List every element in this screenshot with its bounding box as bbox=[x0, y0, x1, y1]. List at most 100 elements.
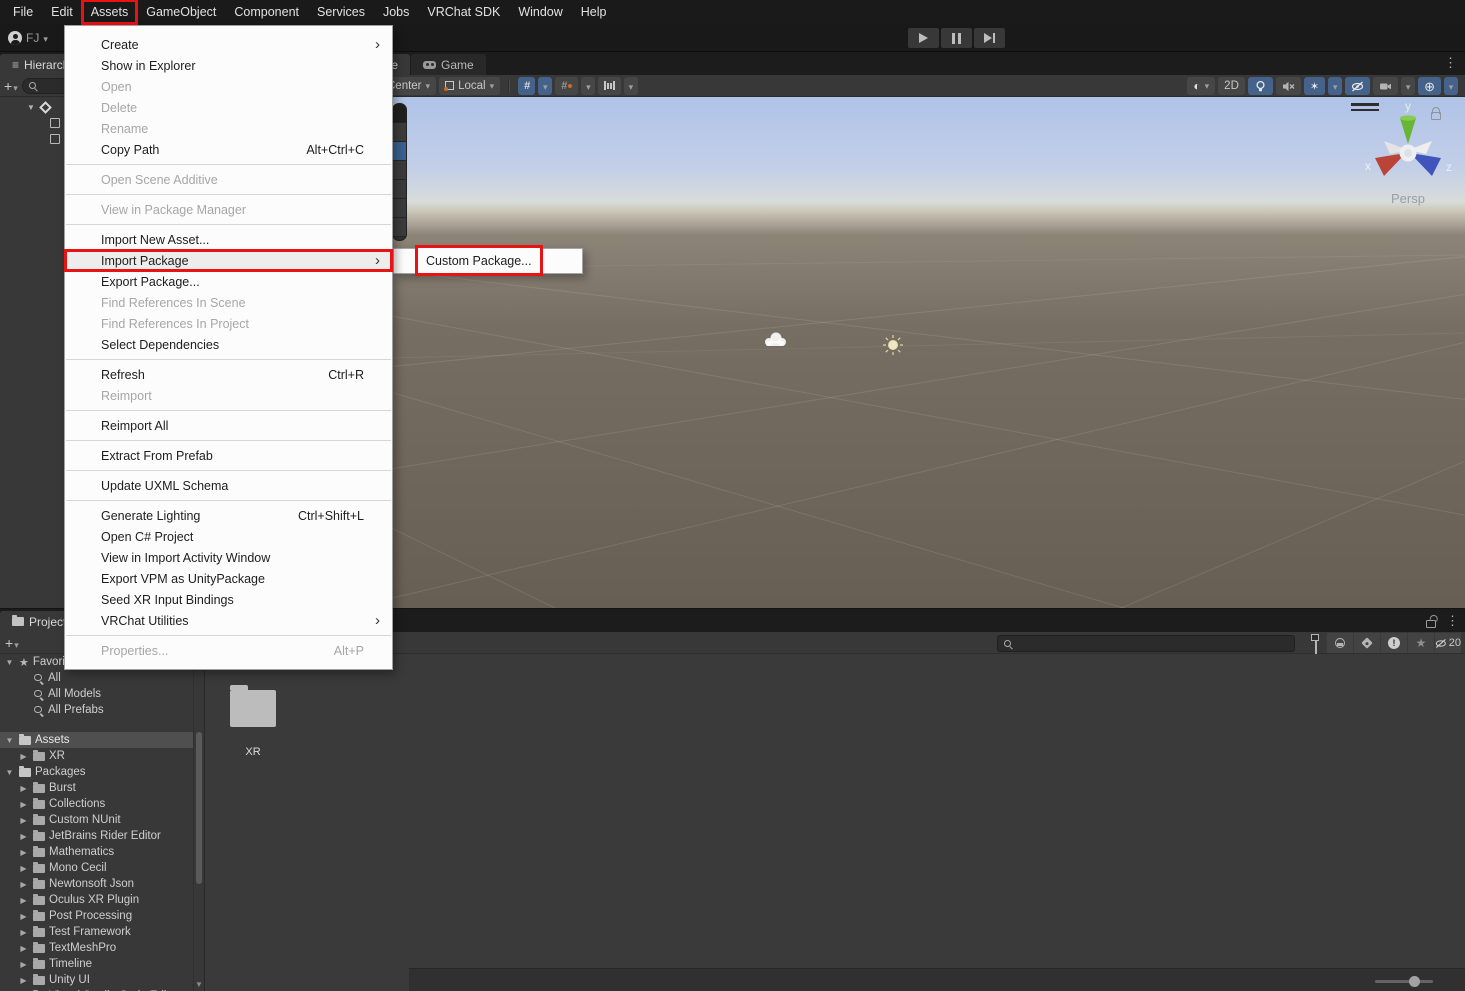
scene-orientation-gizmo[interactable]: y x z Persp bbox=[1353, 97, 1463, 209]
tree-row[interactable]: All Prefabs bbox=[0, 702, 193, 718]
tree-scrollbar[interactable]: ▼ bbox=[193, 654, 203, 991]
menu-item[interactable] bbox=[66, 224, 391, 225]
rotate-tool-button[interactable] bbox=[393, 161, 406, 180]
menu-item[interactable]: Open C# Project bbox=[65, 526, 392, 547]
tree-row[interactable]: All bbox=[0, 670, 193, 686]
foldout-arrow-icon[interactable]: ▼ bbox=[4, 768, 15, 777]
menu-item[interactable] bbox=[66, 164, 391, 165]
tree-row[interactable]: ▶ TextMeshPro bbox=[0, 940, 193, 956]
step-button[interactable] bbox=[974, 28, 1005, 48]
project-search-input[interactable] bbox=[1017, 638, 1289, 650]
foldout-arrow-icon[interactable]: ▶ bbox=[18, 848, 29, 857]
menu-item[interactable]: Reimport bbox=[65, 385, 392, 406]
tree-row[interactable]: ▶ Oculus XR Plugin bbox=[0, 892, 193, 908]
menu-item[interactable]: View in Import Activity Window bbox=[65, 547, 392, 568]
menu-item[interactable]: Find References In Scene bbox=[65, 292, 392, 313]
scene-effects-dropdown[interactable] bbox=[1328, 77, 1342, 95]
menu-item[interactable]: Open Scene Additive bbox=[65, 169, 392, 190]
menubar-item[interactable]: Edit bbox=[42, 0, 82, 24]
menu-item[interactable]: Update UXML Schema bbox=[65, 475, 392, 496]
favorite-search-button[interactable]: ★ bbox=[1407, 633, 1434, 653]
menu-item[interactable] bbox=[66, 635, 391, 636]
snap-increment-dropdown[interactable] bbox=[624, 77, 638, 95]
foldout-arrow-icon[interactable]: ▼ bbox=[4, 736, 15, 745]
scene-camera-button[interactable] bbox=[1373, 77, 1398, 95]
move-tool-button[interactable] bbox=[393, 142, 406, 161]
menubar-item[interactable]: File bbox=[4, 0, 42, 24]
tree-row[interactable]: ▶ Timeline bbox=[0, 956, 193, 972]
grid-snapping-dropdown[interactable] bbox=[581, 77, 595, 95]
foldout-arrow-icon[interactable]: ▼ bbox=[26, 103, 36, 112]
scroll-down-icon[interactable]: ▼ bbox=[194, 980, 204, 989]
scrollbar-thumb[interactable] bbox=[196, 732, 202, 884]
menu-item[interactable]: Export Package... bbox=[65, 271, 392, 292]
tree-row[interactable]: ▶ Test Framework bbox=[0, 924, 193, 940]
menubar-item[interactable]: VRChat SDK bbox=[418, 0, 509, 24]
project-add-button[interactable]: + bbox=[5, 635, 19, 651]
foldout-arrow-icon[interactable]: ▶ bbox=[18, 912, 29, 921]
rect-tool-button[interactable] bbox=[393, 199, 406, 218]
tree-row[interactable]: ▶ Collections bbox=[0, 796, 193, 812]
foldout-arrow-icon[interactable]: ▶ bbox=[18, 944, 29, 953]
tab-game[interactable]: Game bbox=[411, 54, 486, 75]
foldout-arrow-icon[interactable]: ▶ bbox=[18, 816, 29, 825]
scene-effects-button[interactable]: ✶ bbox=[1304, 77, 1325, 95]
menu-item[interactable]: Export VPM as UnityPackage bbox=[65, 568, 392, 589]
foldout-arrow-icon[interactable]: ▶ bbox=[18, 800, 29, 809]
menu-item[interactable]: VRChat Utilities bbox=[65, 610, 392, 631]
hierarchy-add-button[interactable]: + bbox=[4, 78, 18, 94]
menu-item[interactable]: Open bbox=[65, 76, 392, 97]
menu-item[interactable] bbox=[66, 440, 391, 441]
grid-visibility-dropdown[interactable] bbox=[538, 77, 552, 95]
menu-item[interactable]: Seed XR Input Bindings bbox=[65, 589, 392, 610]
menu-item[interactable]: Select Dependencies bbox=[65, 334, 392, 355]
scene-navigation-button[interactable]: ⊕ bbox=[1418, 77, 1441, 95]
foldout-arrow-icon[interactable]: ▶ bbox=[18, 896, 29, 905]
menubar-item[interactable]: Jobs bbox=[374, 0, 418, 24]
snap-increment-button[interactable] bbox=[598, 77, 621, 95]
menubar-item[interactable]: Assets bbox=[82, 0, 138, 24]
menu-item[interactable]: Copy Path Alt+Ctrl+C bbox=[65, 139, 392, 160]
hand-tool-button[interactable] bbox=[393, 123, 406, 142]
tree-row[interactable]: ▼ Packages bbox=[0, 764, 193, 780]
menubar-item[interactable]: Window bbox=[509, 0, 571, 24]
tool-handle-rotation-button[interactable]: Local bbox=[439, 77, 500, 95]
scene-camera-dropdown[interactable] bbox=[1401, 77, 1415, 95]
menu-item[interactable] bbox=[66, 359, 391, 360]
menu-item[interactable]: Reimport All bbox=[65, 415, 392, 436]
menu-item[interactable]: View in Package Manager bbox=[65, 199, 392, 220]
pause-button[interactable] bbox=[941, 28, 972, 48]
scene-audio-button[interactable] bbox=[1276, 77, 1301, 95]
menu-item[interactable]: Refresh Ctrl+R bbox=[65, 364, 392, 385]
tree-row[interactable]: All Models bbox=[0, 686, 193, 702]
search-by-label-button[interactable] bbox=[1353, 633, 1380, 653]
foldout-arrow-icon[interactable]: ▶ bbox=[18, 960, 29, 969]
menubar-item[interactable]: GameObject bbox=[137, 0, 225, 24]
folder-item-xr[interactable] bbox=[230, 690, 276, 727]
menubar-item[interactable]: Services bbox=[308, 0, 374, 24]
menu-item[interactable]: Create bbox=[65, 34, 392, 55]
tree-row[interactable]: ▶ JetBrains Rider Editor bbox=[0, 828, 193, 844]
tree-row[interactable]: ▶ Unity UI bbox=[0, 972, 193, 988]
foldout-arrow-icon[interactable]: ▶ bbox=[18, 752, 29, 761]
shading-mode-button[interactable]: ◐ bbox=[1187, 77, 1215, 95]
scene-lighting-button[interactable] bbox=[1248, 77, 1273, 95]
menu-item[interactable]: Extract From Prefab bbox=[65, 445, 392, 466]
menu-item[interactable]: Import New Asset... bbox=[65, 229, 392, 250]
2d-toggle-button[interactable]: 2D bbox=[1218, 77, 1245, 95]
project-content-area[interactable]: XR bbox=[204, 654, 1465, 991]
scene-visibility-button[interactable] bbox=[1345, 77, 1370, 95]
scene-viewport[interactable]: y x z Persp bbox=[345, 97, 1465, 608]
menu-item[interactable]: Delete bbox=[65, 97, 392, 118]
menu-item[interactable] bbox=[66, 194, 391, 195]
hidden-count-button[interactable]: 20 bbox=[1434, 633, 1461, 653]
tree-row[interactable]: ▶ XR bbox=[0, 748, 193, 764]
unlock-icon[interactable] bbox=[1426, 620, 1436, 628]
search-importlog-button[interactable]: ! bbox=[1380, 633, 1407, 653]
scene-navigation-dropdown[interactable] bbox=[1444, 77, 1458, 95]
play-button[interactable] bbox=[908, 28, 939, 48]
menu-item[interactable]: Rename bbox=[65, 118, 392, 139]
foldout-arrow-icon[interactable]: ▶ bbox=[18, 976, 29, 985]
icon-size-slider[interactable] bbox=[1375, 980, 1433, 983]
grid-snapping-button[interactable]: # bbox=[555, 77, 578, 95]
